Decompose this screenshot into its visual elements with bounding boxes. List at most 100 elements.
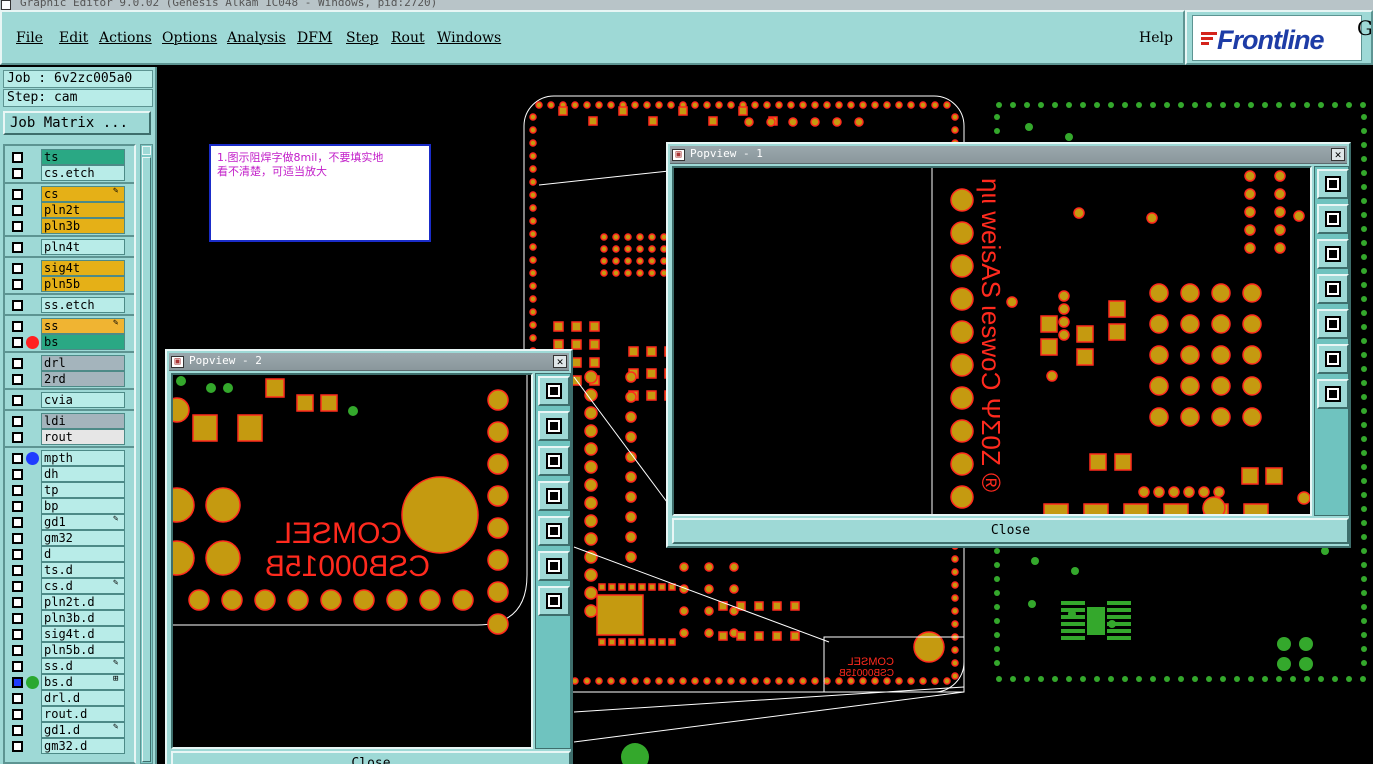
- layer-row-rout[interactable]: rout: [5, 429, 134, 445]
- pan-down-icon[interactable]: [538, 446, 570, 476]
- menu-step[interactable]: Step: [346, 30, 378, 46]
- menu-actions[interactable]: Actions: [99, 30, 152, 46]
- layer-row-dh[interactable]: dh: [5, 466, 134, 482]
- layer-name[interactable]: pln5b.d: [41, 642, 125, 658]
- layer-checkbox[interactable]: [12, 693, 23, 704]
- layer-name[interactable]: drl.d: [41, 690, 125, 706]
- layer-checkbox[interactable]: [12, 221, 23, 232]
- popview-2-view[interactable]: COMSEL CSB00015B: [171, 373, 533, 749]
- scroll-thumb[interactable]: [142, 157, 151, 762]
- popview-1-titlebar[interactable]: ▣ Popview - 1 ✕: [670, 146, 1347, 164]
- layer-checkbox[interactable]: [12, 517, 23, 528]
- menu-dfm[interactable]: DFM: [297, 30, 332, 46]
- layer-row-pln3b-d[interactable]: pln3b.d: [5, 610, 134, 626]
- pan-up-icon[interactable]: [538, 411, 570, 441]
- layer-name[interactable]: d: [41, 546, 125, 562]
- layer-name[interactable]: pln3b.d: [41, 610, 125, 626]
- layer-row-d[interactable]: d: [5, 546, 134, 562]
- layer-name[interactable]: cvia: [41, 392, 125, 408]
- popview-2-close-button[interactable]: Close: [171, 751, 571, 764]
- pan-left-icon[interactable]: [1317, 274, 1349, 304]
- layer-row-gd1[interactable]: gd1 ✎: [5, 514, 134, 530]
- layer-name[interactable]: rout.d: [41, 706, 125, 722]
- layer-row-ts[interactable]: ts: [5, 149, 134, 165]
- layer-row-2rd[interactable]: 2rd: [5, 371, 134, 387]
- job-matrix-button[interactable]: Job Matrix ...: [3, 111, 151, 135]
- layer-row-mpth[interactable]: mpth: [5, 450, 134, 466]
- layer-name[interactable]: ts.d: [41, 562, 125, 578]
- layer-row-pln2t[interactable]: pln2t: [5, 202, 134, 218]
- layer-checkbox[interactable]: [12, 709, 23, 720]
- zoom-in-icon[interactable]: [1317, 344, 1349, 374]
- layer-row-pln2t-d[interactable]: pln2t.d: [5, 594, 134, 610]
- layer-row-drl-d[interactable]: drl.d: [5, 690, 134, 706]
- layer-name[interactable]: ts: [41, 149, 125, 165]
- layer-name[interactable]: drl: [41, 355, 125, 371]
- layer-row-cvia[interactable]: cvia: [5, 392, 134, 408]
- layer-checkbox[interactable]: [12, 533, 23, 544]
- layer-checkbox[interactable]: [12, 152, 23, 163]
- layer-row-cs-d[interactable]: cs.d ✎: [5, 578, 134, 594]
- layer-row-pln5b[interactable]: pln5b: [5, 276, 134, 292]
- pan-right-icon[interactable]: [1317, 309, 1349, 339]
- layer-row-rout-d[interactable]: rout.d: [5, 706, 134, 722]
- pan-up-icon[interactable]: [1317, 204, 1349, 234]
- layer-name[interactable]: cs.etch: [41, 165, 125, 181]
- layer-name[interactable]: sig4t: [41, 260, 125, 276]
- layer-checkbox[interactable]: [12, 242, 23, 253]
- layer-checkbox[interactable]: [12, 725, 23, 736]
- layer-checkbox[interactable]: [12, 485, 23, 496]
- layer-name[interactable]: ss.etch: [41, 297, 125, 313]
- layer-checkbox[interactable]: [12, 395, 23, 406]
- layer-name[interactable]: pln4t: [41, 239, 125, 255]
- layer-checkbox[interactable]: [12, 613, 23, 624]
- layer-checkbox[interactable]: [12, 597, 23, 608]
- layer-row-pln4t[interactable]: pln4t: [5, 239, 134, 255]
- layer-name[interactable]: tp: [41, 482, 125, 498]
- layer-name[interactable]: mpth: [41, 450, 125, 466]
- layer-row-sig4t-d[interactable]: sig4t.d: [5, 626, 134, 642]
- menu-file[interactable]: File: [16, 30, 43, 46]
- layer-row-gm32[interactable]: gm32: [5, 530, 134, 546]
- layer-name[interactable]: gm32: [41, 530, 125, 546]
- layer-name[interactable]: bp: [41, 498, 125, 514]
- pan-down-icon[interactable]: [1317, 239, 1349, 269]
- layer-row-ss-etch[interactable]: ss.etch: [5, 297, 134, 313]
- menu-options[interactable]: Options: [162, 30, 217, 46]
- popview-2-titlebar[interactable]: ▣ Popview - 2 ✕: [169, 353, 569, 371]
- zoom-out-icon[interactable]: [538, 586, 570, 616]
- layer-row-cs-etch[interactable]: cs.etch: [5, 165, 134, 181]
- layer-row-ss-d[interactable]: ss.d ✎: [5, 658, 134, 674]
- layer-checkbox[interactable]: [12, 565, 23, 576]
- menu-analysis[interactable]: Analysis: [227, 30, 286, 46]
- layer-checkbox[interactable]: [12, 501, 23, 512]
- close-icon[interactable]: ✕: [1331, 148, 1345, 161]
- layer-checkbox[interactable]: [12, 741, 23, 752]
- popview-1-view[interactable]: ηιι weisAS ιeswoϽ ΨΣ0Ζ ®: [672, 166, 1312, 516]
- layer-checkbox[interactable]: [12, 168, 23, 179]
- layer-checkbox[interactable]: [12, 661, 23, 672]
- popview-1-close-button[interactable]: Close: [672, 518, 1349, 544]
- menu-help[interactable]: Help: [1139, 30, 1173, 46]
- layer-checkbox[interactable]: [12, 645, 23, 656]
- layer-row-bp[interactable]: bp: [5, 498, 134, 514]
- layer-name[interactable]: gm32.d: [41, 738, 125, 754]
- layer-checkbox[interactable]: [12, 205, 23, 216]
- popview-2-graphics[interactable]: COMSELCSB00015B: [173, 375, 531, 747]
- layer-row-sig4t[interactable]: sig4t: [5, 260, 134, 276]
- layer-checkbox[interactable]: [12, 432, 23, 443]
- layer-row-ss[interactable]: ss ✎: [5, 318, 134, 334]
- menu-rout[interactable]: Rout: [391, 30, 425, 46]
- layer-checkbox[interactable]: [12, 337, 23, 348]
- pan-right-icon[interactable]: [538, 516, 570, 546]
- zoom-fit-icon[interactable]: [538, 376, 570, 406]
- layer-row-ldi[interactable]: ldi: [5, 413, 134, 429]
- layer-row-ts-d[interactable]: ts.d: [5, 562, 134, 578]
- layer-checkbox[interactable]: [12, 469, 23, 480]
- layer-checkbox[interactable]: [12, 358, 23, 369]
- layer-checkbox[interactable]: [12, 300, 23, 311]
- layer-checkbox[interactable]: [12, 321, 23, 332]
- layer-checkbox[interactable]: [12, 279, 23, 290]
- layer-row-gd1-d[interactable]: gd1.d ✎: [5, 722, 134, 738]
- layer-checkbox[interactable]: [12, 677, 23, 688]
